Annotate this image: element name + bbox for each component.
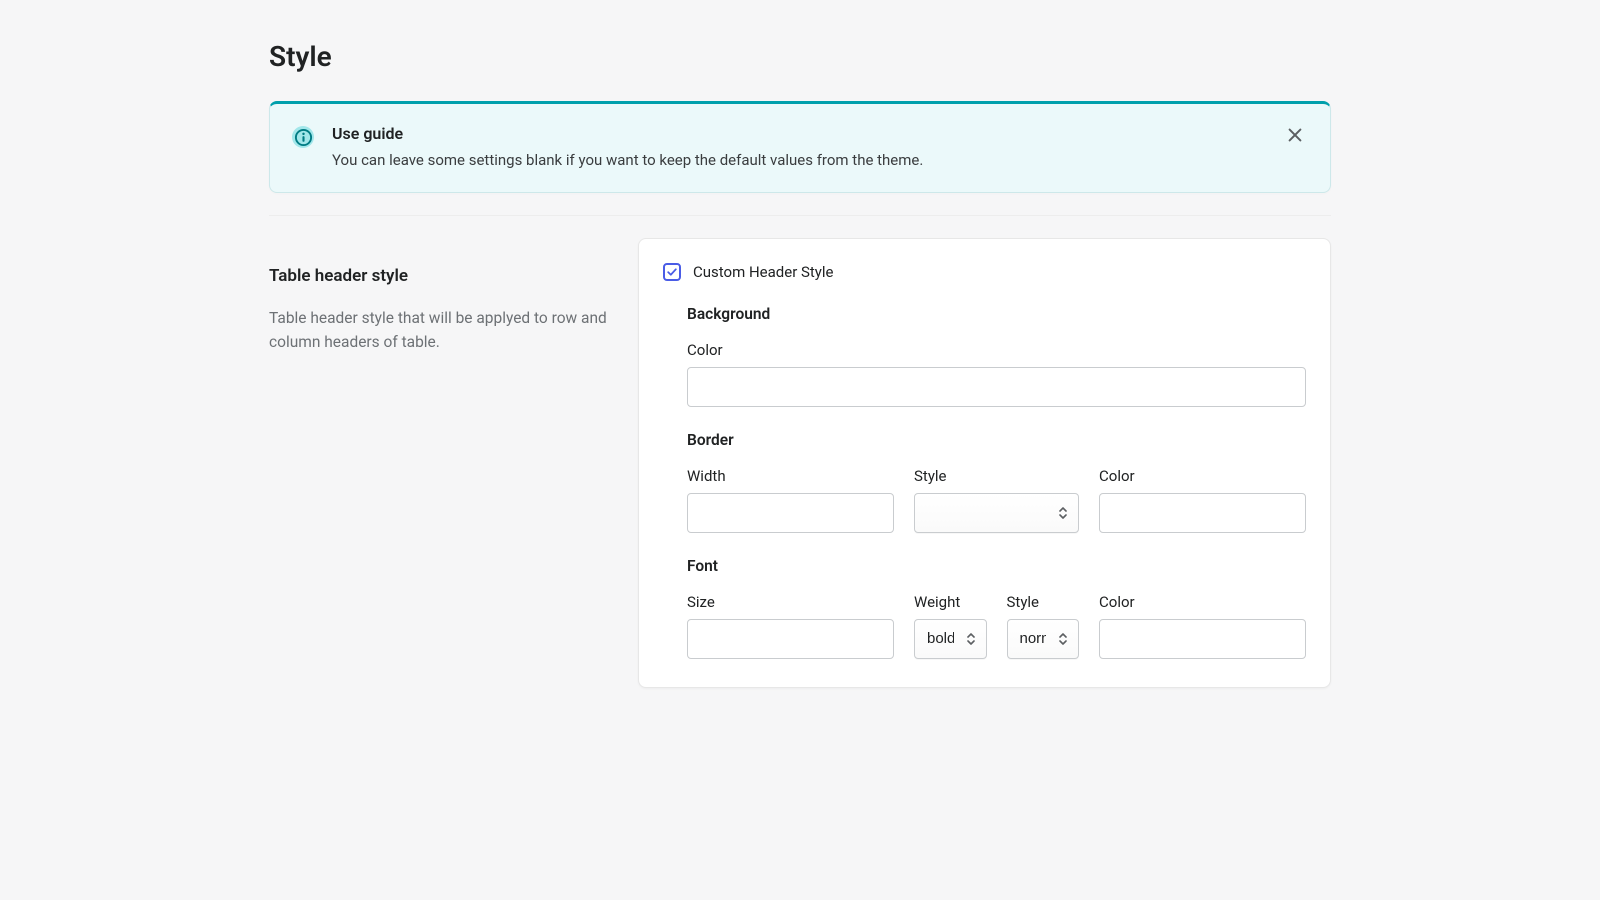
custom-header-style-row: Custom Header Style bbox=[663, 263, 1306, 281]
background-heading: Background bbox=[687, 305, 1306, 323]
font-style-label: Style bbox=[1007, 593, 1080, 611]
info-icon bbox=[292, 126, 314, 148]
border-style-label: Style bbox=[914, 467, 1079, 485]
font-weight-select[interactable]: bold bbox=[914, 619, 987, 659]
section-info: Table header style Table header style th… bbox=[269, 238, 614, 354]
border-heading: Border bbox=[687, 431, 1306, 449]
style-page: Style Use guide You can leave some setti… bbox=[269, 0, 1331, 728]
custom-header-style-checkbox[interactable] bbox=[663, 263, 681, 281]
section-title: Table header style bbox=[269, 266, 614, 286]
border-color-label: Color bbox=[1099, 467, 1306, 485]
banner-title: Use guide bbox=[332, 124, 1270, 143]
border-color-input[interactable] bbox=[1099, 493, 1306, 533]
use-guide-banner: Use guide You can leave some settings bl… bbox=[269, 101, 1331, 193]
background-group: Background Color Border Width Style bbox=[663, 305, 1306, 659]
banner-description: You can leave some settings blank if you… bbox=[332, 149, 1270, 172]
font-style-select[interactable]: normal bbox=[1007, 619, 1080, 659]
table-header-style-section: Table header style Table header style th… bbox=[269, 238, 1331, 688]
banner-content: Use guide You can leave some settings bl… bbox=[332, 124, 1270, 172]
page-title: Style bbox=[269, 40, 1331, 73]
background-color-label: Color bbox=[687, 341, 1306, 359]
font-size-label: Size bbox=[687, 593, 894, 611]
font-color-label: Color bbox=[1099, 593, 1306, 611]
close-icon bbox=[1286, 126, 1304, 144]
divider bbox=[269, 215, 1331, 216]
style-card: Custom Header Style Background Color Bor… bbox=[638, 238, 1331, 688]
border-style-select[interactable] bbox=[914, 493, 1079, 533]
font-size-input[interactable] bbox=[687, 619, 894, 659]
font-color-input[interactable] bbox=[1099, 619, 1306, 659]
section-description: Table header style that will be applyed … bbox=[269, 306, 614, 354]
background-color-input[interactable] bbox=[687, 367, 1306, 407]
custom-header-style-label: Custom Header Style bbox=[693, 263, 834, 281]
border-width-label: Width bbox=[687, 467, 894, 485]
border-width-input[interactable] bbox=[687, 493, 894, 533]
close-button[interactable] bbox=[1282, 122, 1308, 148]
checkmark-icon bbox=[666, 266, 678, 278]
font-weight-label: Weight bbox=[914, 593, 987, 611]
font-heading: Font bbox=[687, 557, 1306, 575]
